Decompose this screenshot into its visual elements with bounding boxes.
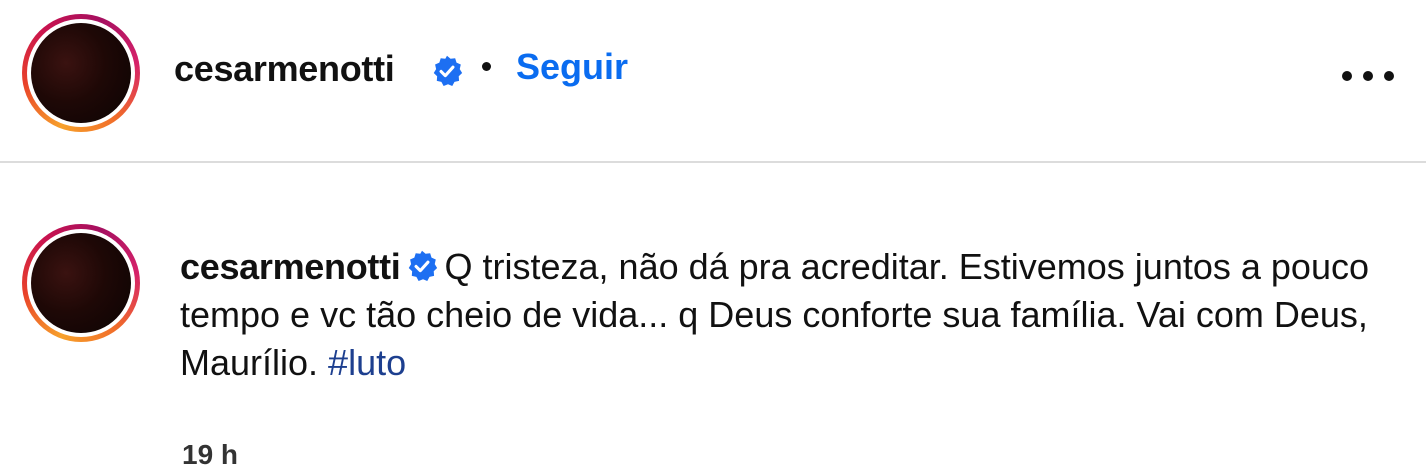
commenter-avatar[interactable] bbox=[22, 224, 140, 342]
instagram-post-page: cesarmenotti Seguir cesarmenotti Q trist… bbox=[0, 0, 1426, 474]
avatar-photo bbox=[31, 233, 131, 333]
hashtag-link[interactable]: #luto bbox=[328, 342, 406, 383]
author-avatar[interactable] bbox=[22, 14, 140, 132]
comment-timestamp[interactable]: 19 h bbox=[182, 438, 238, 472]
post-header: cesarmenotti Seguir bbox=[0, 0, 1426, 163]
verified-badge-icon bbox=[408, 251, 437, 282]
comment-body: cesarmenotti Q tristeza, não dá pra acre… bbox=[180, 243, 1390, 387]
avatar-inner-ring bbox=[27, 229, 135, 337]
verified-badge-icon bbox=[430, 54, 464, 88]
header-divider bbox=[0, 161, 1426, 163]
follow-button[interactable]: Seguir bbox=[516, 46, 628, 88]
commenter-username[interactable]: cesarmenotti bbox=[180, 246, 401, 287]
separator-dot bbox=[482, 62, 491, 71]
more-horizontal-icon[interactable] bbox=[1342, 66, 1394, 86]
author-username[interactable]: cesarmenotti bbox=[174, 48, 395, 90]
avatar-inner-ring bbox=[27, 19, 135, 127]
avatar-photo bbox=[31, 23, 131, 123]
